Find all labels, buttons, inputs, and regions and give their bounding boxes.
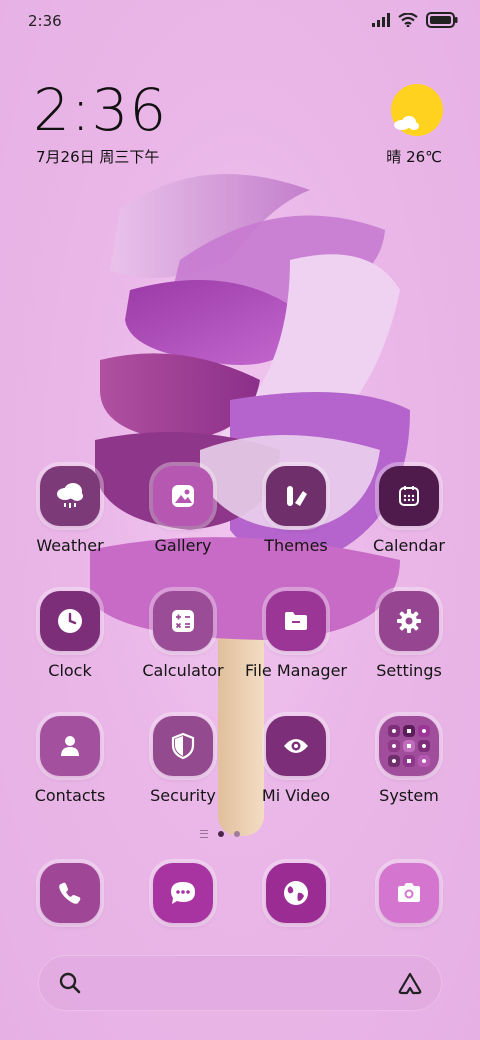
calculator-icon [172,610,194,632]
status-bar: 2:36 [0,0,480,40]
folder-icon [285,612,307,630]
app-system-folder[interactable]: System [352,716,466,805]
message-icon [171,882,195,904]
app-calculator[interactable]: Calculator [126,591,240,680]
cloud-icon [394,116,419,130]
messages-app-icon[interactable] [153,863,213,923]
app-security[interactable]: Security [126,716,240,805]
app-label-security: Security [150,786,216,805]
mi-video-app-icon[interactable] [266,716,326,776]
person-icon [61,736,79,756]
search-icon[interactable] [58,971,82,995]
search-bar[interactable] [38,955,442,1011]
page-indicator[interactable] [200,830,240,838]
list-view-icon[interactable] [200,830,208,838]
folder-grid-icon [388,725,430,767]
browser-app-icon[interactable] [266,863,326,923]
calendar-icon [399,486,419,506]
app-label-mi-video: Mi Video [261,786,331,805]
dock-camera[interactable] [352,863,466,923]
status-icons [372,12,458,28]
battery-icon [426,12,458,28]
app-label-calendar: Calendar [373,536,445,555]
app-label-clock: Clock [48,661,92,680]
dock-phone[interactable] [13,863,127,923]
file-manager-app-icon[interactable] [266,591,326,651]
wifi-icon [398,13,418,27]
gallery-app-icon[interactable] [153,466,213,526]
contacts-app-icon[interactable] [40,716,100,776]
camera-app-icon[interactable] [379,863,439,923]
weather-app-icon[interactable] [40,466,100,526]
dock-browser[interactable] [239,863,353,923]
app-themes[interactable]: Themes [239,466,353,555]
app-calendar[interactable]: Calendar [352,466,466,555]
gear-icon [397,609,421,633]
app-label-contacts: Contacts [34,786,106,805]
settings-app-icon[interactable] [379,591,439,651]
eye-icon [284,739,308,753]
app-label-settings: Settings [376,661,442,680]
app-settings[interactable]: Settings [352,591,466,680]
app-label-themes: Themes [264,536,328,555]
app-label-calculator: Calculator [142,661,224,680]
security-app-icon[interactable] [153,716,213,776]
app-label-system: System [379,786,439,805]
app-label-file-manager: File Manager [245,661,347,680]
page-dot[interactable] [234,831,240,837]
clock-app-icon[interactable] [40,591,100,651]
themes-icon [287,486,307,506]
image-icon [172,485,194,507]
app-weather[interactable]: Weather [13,466,127,555]
status-time: 2:36 [28,12,62,30]
camera-icon [398,883,420,902]
clock-icon [58,609,82,633]
app-gallery[interactable]: Gallery [126,466,240,555]
calculator-app-icon[interactable] [153,591,213,651]
themes-app-icon[interactable] [266,466,326,526]
app-file-manager[interactable]: File Manager [239,591,353,680]
calendar-app-icon[interactable] [379,466,439,526]
assistant-icon[interactable] [396,971,424,995]
app-label-gallery: Gallery [154,536,212,555]
page-dot-active[interactable] [218,831,224,837]
cloud-rain-icon [57,483,83,508]
system-folder-icon[interactable] [379,716,439,776]
app-label-weather: Weather [36,536,104,555]
shield-icon [171,732,195,760]
clock-widget-time[interactable]: 2:36 [33,76,167,144]
app-contacts[interactable]: Contacts [13,716,127,805]
app-mi-video[interactable]: Mi Video [239,716,353,805]
dock-messages[interactable] [126,863,240,923]
app-clock[interactable]: Clock [13,591,127,680]
globe-icon [284,881,308,905]
signal-icon [372,13,390,27]
phone-app-icon[interactable] [40,863,100,923]
phone-icon [59,882,81,904]
